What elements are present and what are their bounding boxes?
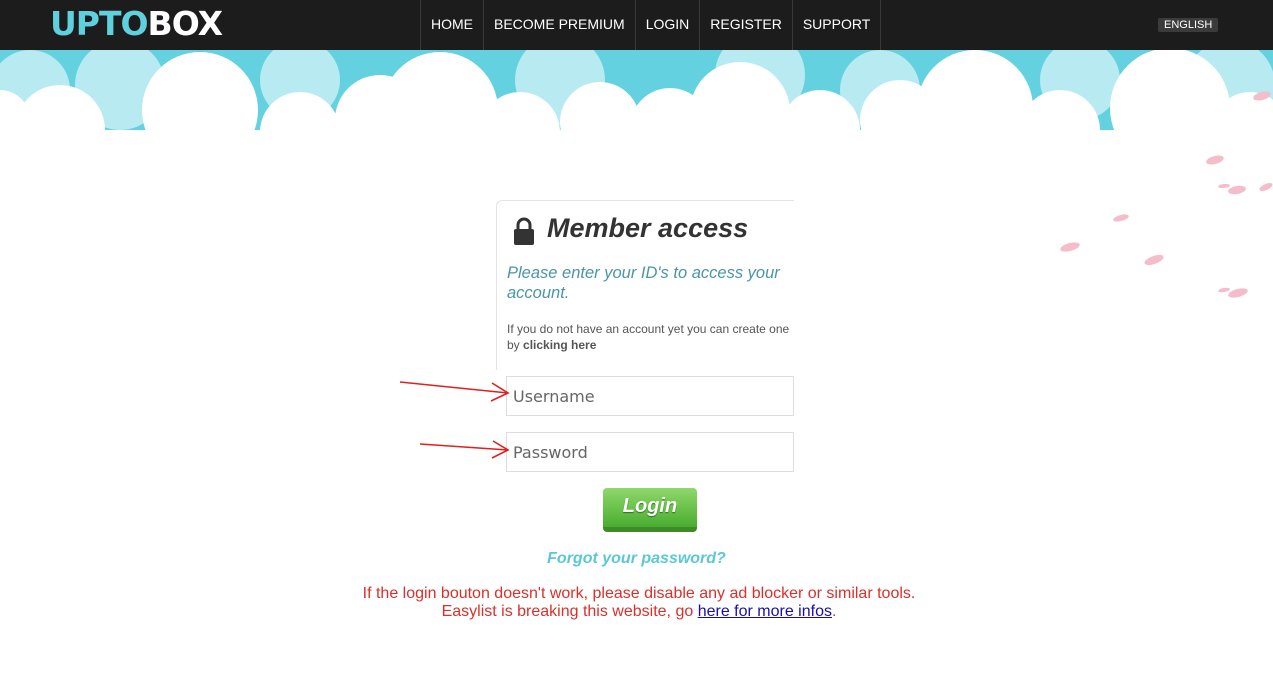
member-access-panel: Member access Please enter your ID's to …	[496, 200, 794, 370]
password-input[interactable]	[506, 432, 794, 472]
nav-support[interactable]: SUPPORT	[793, 0, 882, 50]
nav-login[interactable]: LOGIN	[636, 0, 701, 50]
arrow-to-password	[419, 440, 510, 459]
nav-register[interactable]: REGISTER	[700, 0, 793, 50]
lock-icon	[514, 217, 534, 245]
forgot-password-link[interactable]: Forgot your password?	[547, 550, 726, 567]
logo-part-box: BOX	[147, 4, 223, 43]
login-intro-text: Please enter your ID's to access your ac…	[507, 264, 780, 302]
member-access-title: Member access	[547, 213, 749, 243]
more-infos-link[interactable]: here for more infos	[698, 603, 832, 620]
top-navigation-bar: UPTO BOX HOME BECOME PREMIUM LOGIN REGIST…	[0, 0, 1273, 50]
register-link[interactable]: clicking here	[523, 338, 596, 352]
main-nav: HOME BECOME PREMIUM LOGIN REGISTER SUPPO…	[420, 0, 882, 50]
nav-home[interactable]: HOME	[421, 0, 484, 50]
arrow-to-username	[399, 381, 510, 402]
warning-line-2: Easylist is breaking this website, go he…	[0, 603, 1273, 621]
logo-part-upto: UPTO	[50, 4, 149, 43]
forgot-password-row: Forgot your password?	[0, 550, 1273, 568]
cloud-banner	[0, 50, 1273, 130]
warning-suffix: .	[831, 603, 837, 620]
warning-line-2-text: Easylist is breaking this website, go	[441, 603, 694, 620]
adblock-warning: If the login bouton doesn't work, please…	[0, 585, 1273, 621]
register-note: If you do not have an account yet you ca…	[507, 321, 797, 353]
nav-become-premium[interactable]: BECOME PREMIUM	[484, 0, 636, 50]
language-selector[interactable]: ENGLISH	[1158, 18, 1219, 32]
warning-line-1: If the login bouton doesn't work, please…	[362, 585, 916, 602]
username-input[interactable]	[506, 376, 794, 416]
uptobox-logo[interactable]: UPTO BOX	[50, 4, 223, 43]
login-button[interactable]: Login	[603, 488, 697, 532]
